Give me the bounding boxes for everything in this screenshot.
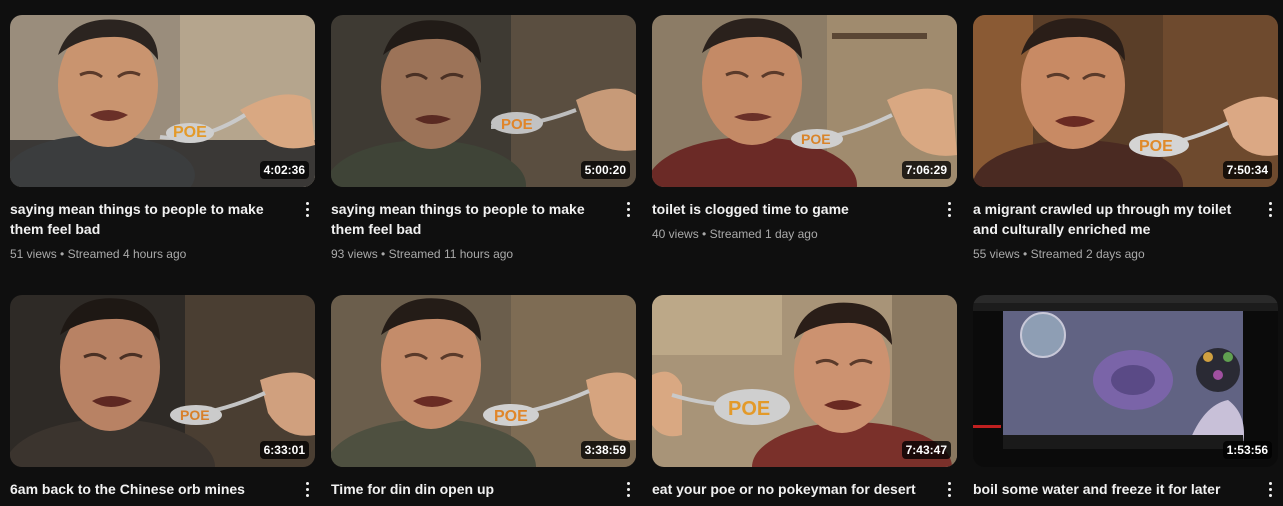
video-thumbnail[interactable]: POE 7:50:34 <box>973 15 1278 187</box>
video-card: 1:53:56 boil some water and freeze it fo… <box>973 295 1278 499</box>
video-card: POE 6:33:01 6am back to the Chinese orb … <box>10 295 315 499</box>
more-vert-icon[interactable] <box>941 479 957 499</box>
video-thumbnail[interactable]: POE 7:06:29 <box>652 15 957 187</box>
meta-separator: • <box>1023 247 1028 261</box>
video-thumbnail[interactable]: POE 7:43:47 <box>652 295 957 467</box>
video-duration: 7:06:29 <box>901 161 951 179</box>
video-thumbnail[interactable]: POE 5:00:20 <box>331 15 636 187</box>
spoon-text: POE <box>728 398 770 420</box>
more-vert-icon[interactable] <box>620 479 636 499</box>
video-title[interactable]: Time for din din open up <box>331 479 608 499</box>
spoon-text: POE <box>173 124 207 141</box>
video-grid: POE 4:02:36 saying mean things to people… <box>0 0 1283 506</box>
video-duration: 1:53:56 <box>1222 441 1272 459</box>
stream-age: Streamed 4 hours ago <box>67 247 187 261</box>
video-metadata: 93 views • Streamed 11 hours ago <box>331 245 608 263</box>
video-title[interactable]: eat your poe or no pokeyman for desert <box>652 479 929 499</box>
video-thumbnail[interactable]: POE 4:02:36 <box>10 15 315 187</box>
video-thumbnail[interactable]: 1:53:56 <box>973 295 1278 467</box>
spoon-text: POE <box>180 407 210 423</box>
video-title[interactable]: saying mean things to people to make the… <box>331 199 608 239</box>
stream-age: Streamed 1 day ago <box>709 227 818 241</box>
video-title[interactable]: 6am back to the Chinese orb mines <box>10 479 287 499</box>
video-card: POE 7:43:47 eat your poe or no pokeyman … <box>652 295 957 499</box>
view-count: 51 views <box>10 247 57 261</box>
spoon-text: POE <box>501 116 533 133</box>
spoon-text: POE <box>494 408 528 425</box>
meta-separator: • <box>702 227 707 241</box>
video-thumbnail[interactable]: POE 3:38:59 <box>331 295 636 467</box>
video-card: POE 4:02:36 saying mean things to people… <box>10 15 315 263</box>
view-count: 55 views <box>973 247 1020 261</box>
video-card: POE 7:06:29 toilet is clogged time to ga… <box>652 15 957 243</box>
video-title[interactable]: saying mean things to people to make the… <box>10 199 287 239</box>
video-duration: 3:38:59 <box>580 441 630 459</box>
video-duration: 7:50:34 <box>1222 161 1272 179</box>
video-metadata: 51 views • Streamed 4 hours ago <box>10 245 287 263</box>
video-title[interactable]: a migrant crawled up through my toilet a… <box>973 199 1250 239</box>
video-card: POE 7:50:34 a migrant crawled up through… <box>973 15 1278 263</box>
video-thumbnail[interactable]: POE 6:33:01 <box>10 295 315 467</box>
stream-age: Streamed 11 hours ago <box>388 247 514 261</box>
spoon-text: POE <box>1139 138 1173 155</box>
view-count: 40 views <box>652 227 699 241</box>
video-duration: 6:33:01 <box>259 441 309 459</box>
video-card: POE 5:00:20 saying mean things to people… <box>331 15 636 263</box>
video-duration: 4:02:36 <box>259 161 309 179</box>
video-title[interactable]: toilet is clogged time to game <box>652 199 929 219</box>
video-metadata: 55 views • Streamed 2 days ago <box>973 245 1250 263</box>
more-vert-icon[interactable] <box>1262 479 1278 499</box>
more-vert-icon[interactable] <box>941 199 957 219</box>
video-duration: 5:00:20 <box>580 161 630 179</box>
video-card: POE 3:38:59 Time for din din open up <box>331 295 636 499</box>
more-vert-icon[interactable] <box>299 199 315 219</box>
video-title[interactable]: boil some water and freeze it for later <box>973 479 1250 499</box>
meta-separator: • <box>381 247 386 261</box>
video-metadata: 40 views • Streamed 1 day ago <box>652 225 929 243</box>
view-count: 93 views <box>331 247 378 261</box>
meta-separator: • <box>60 247 65 261</box>
video-duration: 7:43:47 <box>901 441 951 459</box>
more-vert-icon[interactable] <box>620 199 636 219</box>
more-vert-icon[interactable] <box>299 479 315 499</box>
spoon-text: POE <box>801 131 831 147</box>
stream-age: Streamed 2 days ago <box>1030 247 1145 261</box>
more-vert-icon[interactable] <box>1262 199 1278 219</box>
